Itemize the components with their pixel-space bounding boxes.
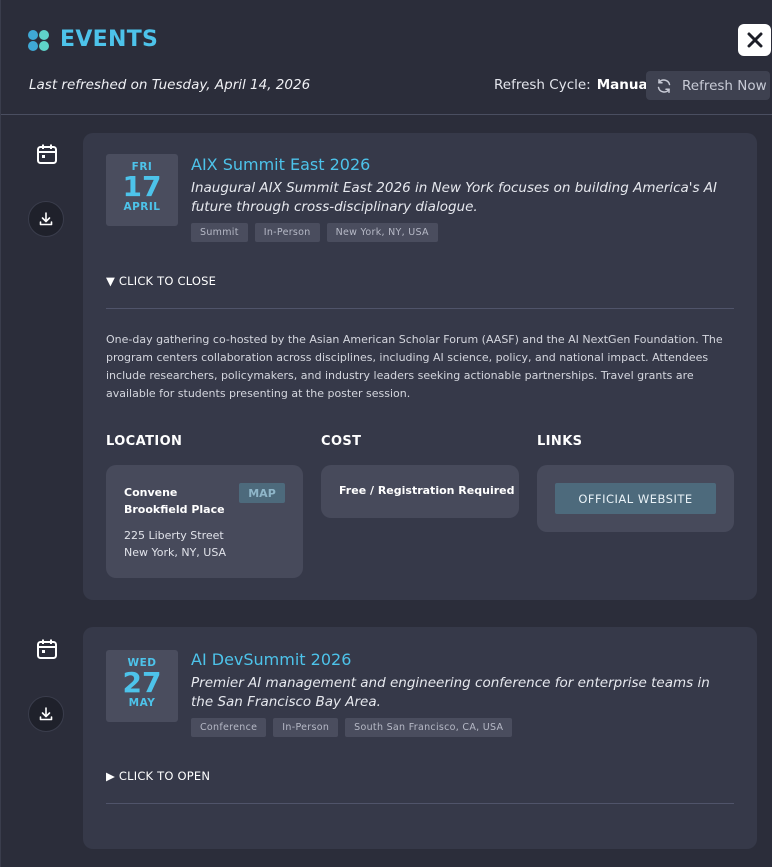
- page-title: EVENTS: [60, 27, 159, 52]
- event-tags: Summit In-Person New York, NY, USA: [191, 223, 438, 242]
- refresh-cycle: Refresh Cycle: Manual: [494, 77, 652, 93]
- close-button[interactable]: [738, 24, 771, 56]
- address-line-2: New York, NY, USA: [124, 546, 227, 559]
- close-icon: [747, 32, 762, 48]
- refresh-cycle-value: Manual: [596, 77, 653, 93]
- venue-name: Convene Brookfield Place: [124, 486, 225, 516]
- cost-value: Free / Registration Required: [339, 484, 515, 497]
- download-icon: [39, 707, 53, 721]
- cost-box: Free / Registration Required: [321, 465, 519, 518]
- event-tag: New York, NY, USA: [326, 223, 438, 242]
- refresh-cycle-label: Refresh Cycle:: [494, 77, 591, 93]
- add-to-calendar-button[interactable]: [29, 631, 65, 667]
- details-toggle[interactable]: ▼ CLICK TO CLOSE: [106, 274, 216, 288]
- cost-heading: COST: [321, 434, 362, 449]
- divider: [106, 308, 734, 309]
- divider: [106, 803, 734, 804]
- event-title[interactable]: AI DevSummit 2026: [191, 650, 351, 669]
- download-button[interactable]: [28, 696, 64, 732]
- location-box: Convene Brookfield Place MAP 225 Liberty…: [106, 465, 303, 578]
- venue-address: 225 Liberty Street New York, NY, USA: [124, 527, 226, 561]
- official-website-button[interactable]: OFFICIAL WEBSITE: [555, 483, 716, 514]
- event-tag: Summit: [191, 223, 248, 242]
- links-box: OFFICIAL WEBSITE: [537, 465, 734, 532]
- dots-logo-icon: [28, 30, 50, 52]
- event-tag: South San Francisco, CA, USA: [345, 718, 513, 737]
- event-tag: Conference: [191, 718, 267, 737]
- event-month: MAY: [128, 697, 156, 709]
- calendar-icon: [37, 639, 57, 659]
- download-icon: [39, 212, 53, 226]
- map-button[interactable]: MAP: [239, 483, 285, 503]
- add-to-calendar-button[interactable]: [29, 136, 65, 172]
- event-card: FRI 17 APRIL AIX Summit East 2026 Inaugu…: [83, 133, 757, 600]
- event-date: WED 27 MAY: [106, 650, 178, 722]
- refresh-now-label: Refresh Now: [682, 77, 767, 94]
- events-panel: EVENTS Last refreshed on Tuesday, April …: [0, 0, 772, 867]
- last-refreshed-text: Last refreshed on Tuesday, April 14, 202…: [29, 77, 311, 93]
- refresh-now-button[interactable]: Refresh Now: [646, 71, 770, 100]
- links-heading: LINKS: [537, 434, 583, 449]
- event-details: One-day gathering co-hosted by the Asian…: [106, 333, 723, 400]
- location-heading: LOCATION: [106, 434, 183, 449]
- event-day: 17: [122, 170, 162, 203]
- event-card: WED 27 MAY AI DevSummit 2026 Premier AI …: [83, 627, 757, 849]
- event-day: 27: [122, 666, 162, 699]
- event-tag: In-Person: [273, 718, 339, 737]
- refresh-icon: [657, 78, 671, 93]
- event-description: Premier AI management and engineering co…: [191, 675, 710, 710]
- event-description: Inaugural AIX Summit East 2026 in New Yo…: [191, 180, 718, 215]
- address-line-1: 225 Liberty Street: [124, 529, 224, 542]
- event-tags: Conference In-Person South San Francisco…: [191, 718, 513, 737]
- event-tag: In-Person: [254, 223, 320, 242]
- download-button[interactable]: [28, 201, 64, 237]
- calendar-icon: [37, 144, 57, 164]
- event-date: FRI 17 APRIL: [106, 154, 178, 226]
- details-toggle[interactable]: ▶ CLICK TO OPEN: [106, 769, 210, 783]
- events-header: EVENTS Last refreshed on Tuesday, April …: [1, 0, 772, 115]
- event-title[interactable]: AIX Summit East 2026: [191, 155, 370, 174]
- event-month: APRIL: [123, 201, 161, 213]
